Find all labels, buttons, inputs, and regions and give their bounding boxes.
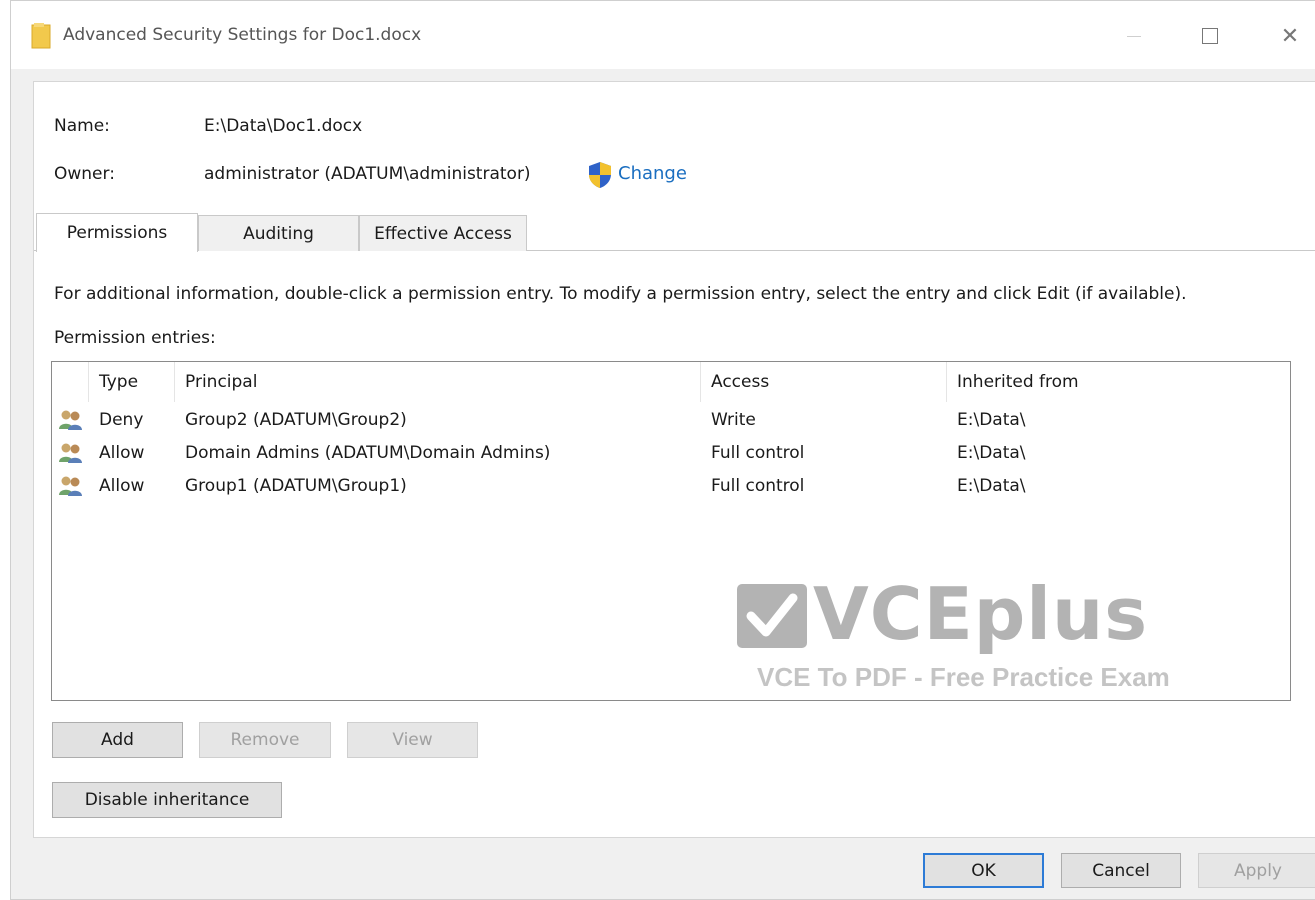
owner-value: administrator (ADATUM\administrator) (204, 164, 531, 184)
close-icon: ✕ (1280, 23, 1300, 49)
remove-button[interactable]: Remove (199, 722, 331, 758)
name-value: E:\Data\Doc1.docx (204, 116, 363, 136)
maximize-icon (1202, 28, 1218, 44)
watermark-subtitle: VCE To PDF - Free Practice Exam (757, 662, 1170, 692)
ok-button[interactable]: OK (923, 853, 1044, 888)
entry-type: Deny (99, 409, 144, 430)
entry-type: Allow (99, 475, 145, 496)
entry-access: Full control (711, 475, 805, 496)
tab-auditing[interactable]: Auditing (198, 215, 359, 251)
permission-entries-label: Permission entries: (54, 328, 216, 348)
name-label: Name: (54, 116, 110, 136)
column-header-principal[interactable]: Principal (175, 362, 701, 402)
watermark: VCEplus VCE To PDF - Free Practice Exam (737, 572, 1217, 692)
add-button[interactable]: Add (52, 722, 183, 758)
tab-effective-access[interactable]: Effective Access (359, 215, 527, 251)
entry-access: Write (711, 409, 756, 430)
table-row[interactable]: Allow Group1 (ADATUM\Group1) Full contro… (52, 469, 1290, 502)
user-group-icon (58, 403, 86, 436)
column-header-access[interactable]: Access (701, 362, 947, 402)
title-bar[interactable]: Advanced Security Settings for Doc1.docx… (11, 1, 1315, 69)
folder-icon (31, 23, 51, 49)
advanced-security-settings-window: Advanced Security Settings for Doc1.docx… (10, 0, 1315, 900)
minimize-icon (1127, 35, 1141, 37)
window-title: Advanced Security Settings for Doc1.docx (63, 25, 422, 45)
apply-button[interactable]: Apply (1198, 853, 1315, 888)
maximize-button[interactable] (1187, 21, 1233, 51)
column-header-type[interactable]: Type (89, 362, 175, 402)
column-header-inherited-from[interactable]: Inherited from (947, 362, 1290, 402)
entry-access: Full control (711, 442, 805, 463)
tab-strip: Permissions Auditing Effective Access (34, 213, 1315, 252)
entry-inherited-from: E:\Data\ (957, 475, 1026, 496)
user-group-icon (58, 469, 86, 502)
change-owner-link[interactable]: Change (618, 163, 687, 184)
list-header: Type Principal Access Inherited from (52, 362, 1290, 402)
entry-principal: Group2 (ADATUM\Group2) (185, 409, 407, 430)
watermark-brand: VCEplus (813, 572, 1149, 656)
owner-label: Owner: (54, 164, 115, 184)
minimize-button[interactable] (1111, 21, 1157, 51)
cancel-button[interactable]: Cancel (1061, 853, 1181, 888)
close-button[interactable]: ✕ (1267, 21, 1313, 51)
table-row[interactable]: Deny Group2 (ADATUM\Group2) Write E:\Dat… (52, 403, 1290, 436)
info-text: For additional information, double-click… (54, 284, 1187, 304)
column-header-icon[interactable] (52, 362, 89, 402)
user-group-icon (58, 436, 86, 469)
entry-principal: Group1 (ADATUM\Group1) (185, 475, 407, 496)
entry-inherited-from: E:\Data\ (957, 409, 1026, 430)
entry-inherited-from: E:\Data\ (957, 442, 1026, 463)
uac-shield-icon (589, 162, 611, 188)
watermark-check-icon (737, 584, 807, 648)
entry-principal: Domain Admins (ADATUM\Domain Admins) (185, 442, 551, 463)
view-button[interactable]: View (347, 722, 478, 758)
table-row[interactable]: Allow Domain Admins (ADATUM\Domain Admin… (52, 436, 1290, 469)
permission-entries-list[interactable]: Type Principal Access Inherited from Den… (51, 361, 1291, 701)
tab-permissions[interactable]: Permissions (36, 213, 198, 252)
settings-panel: Name: E:\Data\Doc1.docx Owner: administr… (33, 81, 1315, 838)
disable-inheritance-button[interactable]: Disable inheritance (52, 782, 282, 818)
entry-type: Allow (99, 442, 145, 463)
